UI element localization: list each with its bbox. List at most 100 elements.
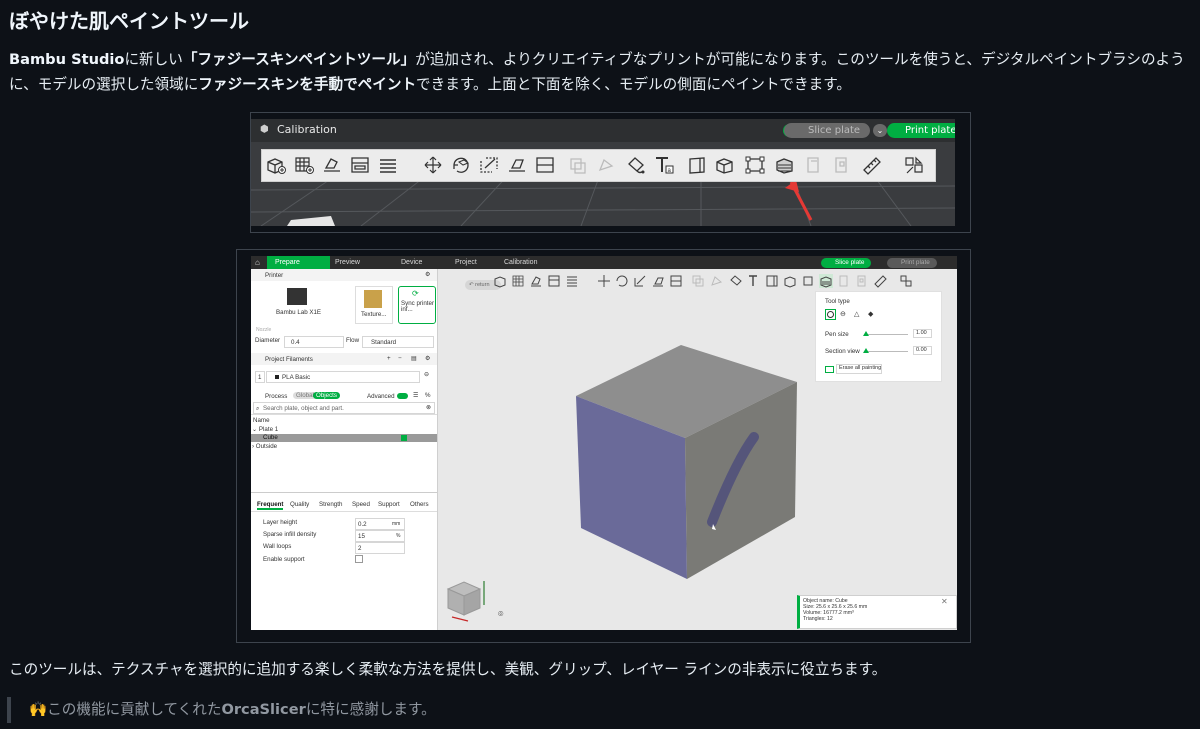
lay-on-face-icon[interactable] bbox=[506, 155, 528, 175]
mesh-boolean-icon[interactable] bbox=[744, 155, 766, 175]
fill-tool-icon[interactable]: ◆ bbox=[868, 310, 873, 318]
arrange-icon[interactable] bbox=[349, 155, 371, 175]
lay-on-face-icon[interactable] bbox=[651, 274, 665, 288]
slice-plate-button[interactable]: Slice plate bbox=[784, 123, 870, 138]
fuzzy-skin-paint-icon[interactable] bbox=[819, 274, 833, 288]
infill-input[interactable]: 15% bbox=[355, 530, 405, 542]
ruler-icon[interactable] bbox=[873, 274, 887, 288]
move-icon[interactable] bbox=[597, 274, 611, 288]
tab-speed[interactable]: Speed bbox=[352, 501, 370, 508]
pen-size-handle[interactable] bbox=[863, 331, 869, 336]
hollow-icon[interactable] bbox=[783, 274, 797, 288]
print-plate-button[interactable]: Print plate bbox=[887, 258, 937, 268]
ruler-icon[interactable] bbox=[861, 155, 883, 175]
seam-paint-icon[interactable] bbox=[625, 155, 647, 175]
tool-name-strong: 「ファジースキンペイントツール」 bbox=[182, 51, 416, 68]
erase-all-button[interactable]: Erase all painting bbox=[836, 364, 882, 374]
print-plate-button[interactable]: Print plate bbox=[887, 123, 955, 138]
fuzzy-skin-paint-icon[interactable] bbox=[774, 155, 796, 175]
print-dropdown-icon[interactable]: ⌄ bbox=[873, 124, 887, 137]
tree-cube-check-icon[interactable] bbox=[401, 435, 407, 441]
sphere-tool-icon[interactable]: ⊖ bbox=[840, 310, 846, 318]
object-search-input[interactable]: ⌕ Search plate, object and part. ⊗ bbox=[253, 402, 435, 414]
filaments-header: Project Filaments + − ▤ ⚙ bbox=[251, 353, 437, 365]
filament-select[interactable]: PLA Basic bbox=[266, 371, 420, 383]
printer-header: Printer ⚙ bbox=[251, 269, 437, 281]
add-object-icon[interactable] bbox=[265, 155, 287, 175]
printer-name[interactable]: Bambu Lab X1E bbox=[276, 309, 321, 316]
rotate-icon[interactable] bbox=[615, 274, 629, 288]
enable-support-label: Enable support bbox=[263, 556, 305, 563]
flow-select[interactable]: Standard bbox=[362, 336, 434, 348]
filament-edit-icon[interactable]: ⊖ bbox=[424, 371, 429, 378]
svg-icon[interactable] bbox=[765, 274, 779, 288]
cut-icon[interactable] bbox=[534, 155, 556, 175]
close-icon[interactable]: ✕ bbox=[941, 597, 948, 606]
arrange-icon[interactable] bbox=[547, 274, 561, 288]
pen-size-input[interactable]: 1.00 bbox=[913, 329, 932, 338]
pen-size-slider[interactable] bbox=[866, 334, 908, 335]
text-icon[interactable]: a bbox=[653, 155, 675, 175]
tree-row-outside[interactable]: › Outside bbox=[252, 443, 277, 450]
tab-quality[interactable]: Quality bbox=[290, 501, 309, 508]
scale-icon[interactable] bbox=[478, 155, 500, 175]
cut-icon[interactable] bbox=[669, 274, 683, 288]
sync-printer-button[interactable]: ⟳ Sync printer inf... bbox=[398, 286, 436, 324]
split-icon[interactable] bbox=[377, 155, 399, 175]
section-view-input[interactable]: 0.00 bbox=[913, 346, 932, 355]
plate-selector[interactable]: Texture... bbox=[355, 286, 393, 324]
slice-plate-button[interactable]: Slice plate bbox=[821, 258, 871, 268]
percent-icon[interactable]: % bbox=[425, 392, 431, 399]
objects-toggle[interactable]: Objects bbox=[313, 392, 340, 399]
cube-model[interactable] bbox=[568, 334, 808, 594]
section-view-slider[interactable] bbox=[866, 351, 908, 352]
cube-icon: ⬢ bbox=[260, 124, 269, 135]
add-plate-icon[interactable] bbox=[293, 155, 315, 175]
diameter-select[interactable]: 0.4 bbox=[284, 336, 344, 348]
tab-preview[interactable]: Preview bbox=[335, 256, 360, 269]
printer-settings-icon[interactable]: ⚙ bbox=[425, 271, 431, 278]
mesh-boolean-icon[interactable] bbox=[801, 274, 815, 288]
circle-tool-icon[interactable] bbox=[825, 309, 836, 320]
assemble-view-icon[interactable] bbox=[903, 155, 925, 175]
remove-filament-icon[interactable]: − bbox=[398, 355, 402, 362]
home-icon[interactable]: ⌂ bbox=[255, 256, 260, 269]
tab-others[interactable]: Others bbox=[410, 501, 429, 508]
tab-prepare[interactable]: Prepare bbox=[267, 256, 330, 269]
svg-icon[interactable] bbox=[686, 155, 708, 175]
tab-frequent[interactable]: Frequent bbox=[257, 501, 284, 510]
tab-device[interactable]: Device bbox=[401, 256, 422, 269]
tree-row-cube[interactable]: Cube bbox=[251, 434, 437, 442]
auto-orient-icon[interactable] bbox=[321, 155, 343, 175]
auto-orient-icon[interactable] bbox=[529, 274, 543, 288]
rotate-icon[interactable] bbox=[450, 155, 472, 175]
split-icon[interactable] bbox=[565, 274, 579, 288]
advanced-switch[interactable] bbox=[397, 393, 408, 399]
filament-name: PLA Basic bbox=[282, 374, 311, 381]
enable-support-checkbox[interactable] bbox=[355, 555, 363, 563]
tab-calibration[interactable]: Calibration bbox=[504, 256, 537, 269]
assemble-view-icon[interactable] bbox=[899, 274, 913, 288]
triangle-tool-icon[interactable]: △ bbox=[854, 310, 859, 318]
navigation-cube[interactable] bbox=[444, 577, 488, 623]
clear-search-icon[interactable]: ⊗ bbox=[426, 404, 431, 411]
layer-height-input[interactable]: 0.2 mm bbox=[355, 518, 405, 530]
seam-paint-icon[interactable] bbox=[729, 274, 743, 288]
filament-sync-icon[interactable]: ▤ bbox=[411, 355, 417, 362]
list-view-icon[interactable]: ☰ bbox=[413, 392, 419, 399]
tab-project[interactable]: Project bbox=[455, 256, 477, 269]
move-icon[interactable] bbox=[422, 155, 444, 175]
fit-view-icon[interactable]: ⌾ bbox=[498, 609, 503, 620]
add-object-icon[interactable] bbox=[493, 274, 507, 288]
section-view-handle[interactable] bbox=[863, 348, 869, 353]
add-filament-icon[interactable]: + bbox=[387, 355, 391, 362]
hollow-icon[interactable] bbox=[714, 155, 736, 175]
filament-settings-icon[interactable]: ⚙ bbox=[425, 355, 431, 362]
tree-row-plate[interactable]: ⌄ Plate 1 bbox=[252, 426, 278, 433]
tab-strength[interactable]: Strength bbox=[319, 501, 342, 508]
text-icon[interactable] bbox=[747, 274, 761, 288]
scale-icon[interactable] bbox=[633, 274, 647, 288]
wall-loops-input[interactable]: 2 bbox=[355, 542, 405, 554]
add-plate-icon[interactable] bbox=[511, 274, 525, 288]
tab-support[interactable]: Support bbox=[378, 501, 400, 508]
